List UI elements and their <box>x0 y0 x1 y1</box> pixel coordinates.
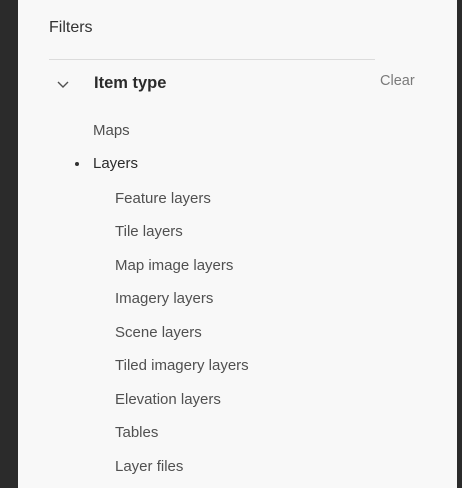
filter-item-maps[interactable]: Maps <box>93 122 130 139</box>
filter-item-layers[interactable]: Layers <box>93 155 138 172</box>
clear-button[interactable]: Clear <box>380 73 415 89</box>
panel-title: Filters <box>49 19 93 36</box>
section-title: Item type <box>94 74 167 92</box>
filter-item-layer-files[interactable]: Layer files <box>115 458 183 475</box>
app-background: Filters Item type Clear Maps Layers Feat… <box>0 0 462 488</box>
filter-item-feature-layers[interactable]: Feature layers <box>115 190 211 207</box>
filter-item-tables[interactable]: Tables <box>115 424 158 441</box>
chevron-down-icon <box>57 81 69 88</box>
filter-item-map-image-layers[interactable]: Map image layers <box>115 257 233 274</box>
item-type-section-toggle[interactable]: Item type <box>55 72 435 98</box>
divider <box>49 59 375 60</box>
filters-panel: Filters Item type Clear Maps Layers Feat… <box>18 0 457 488</box>
selected-bullet-icon <box>75 162 79 166</box>
filter-item-tiled-imagery-layers[interactable]: Tiled imagery layers <box>115 357 249 374</box>
filter-item-tile-layers[interactable]: Tile layers <box>115 223 183 240</box>
filter-item-scene-layers[interactable]: Scene layers <box>115 324 202 341</box>
filter-item-elevation-layers[interactable]: Elevation layers <box>115 391 221 408</box>
filter-item-imagery-layers[interactable]: Imagery layers <box>115 290 213 307</box>
